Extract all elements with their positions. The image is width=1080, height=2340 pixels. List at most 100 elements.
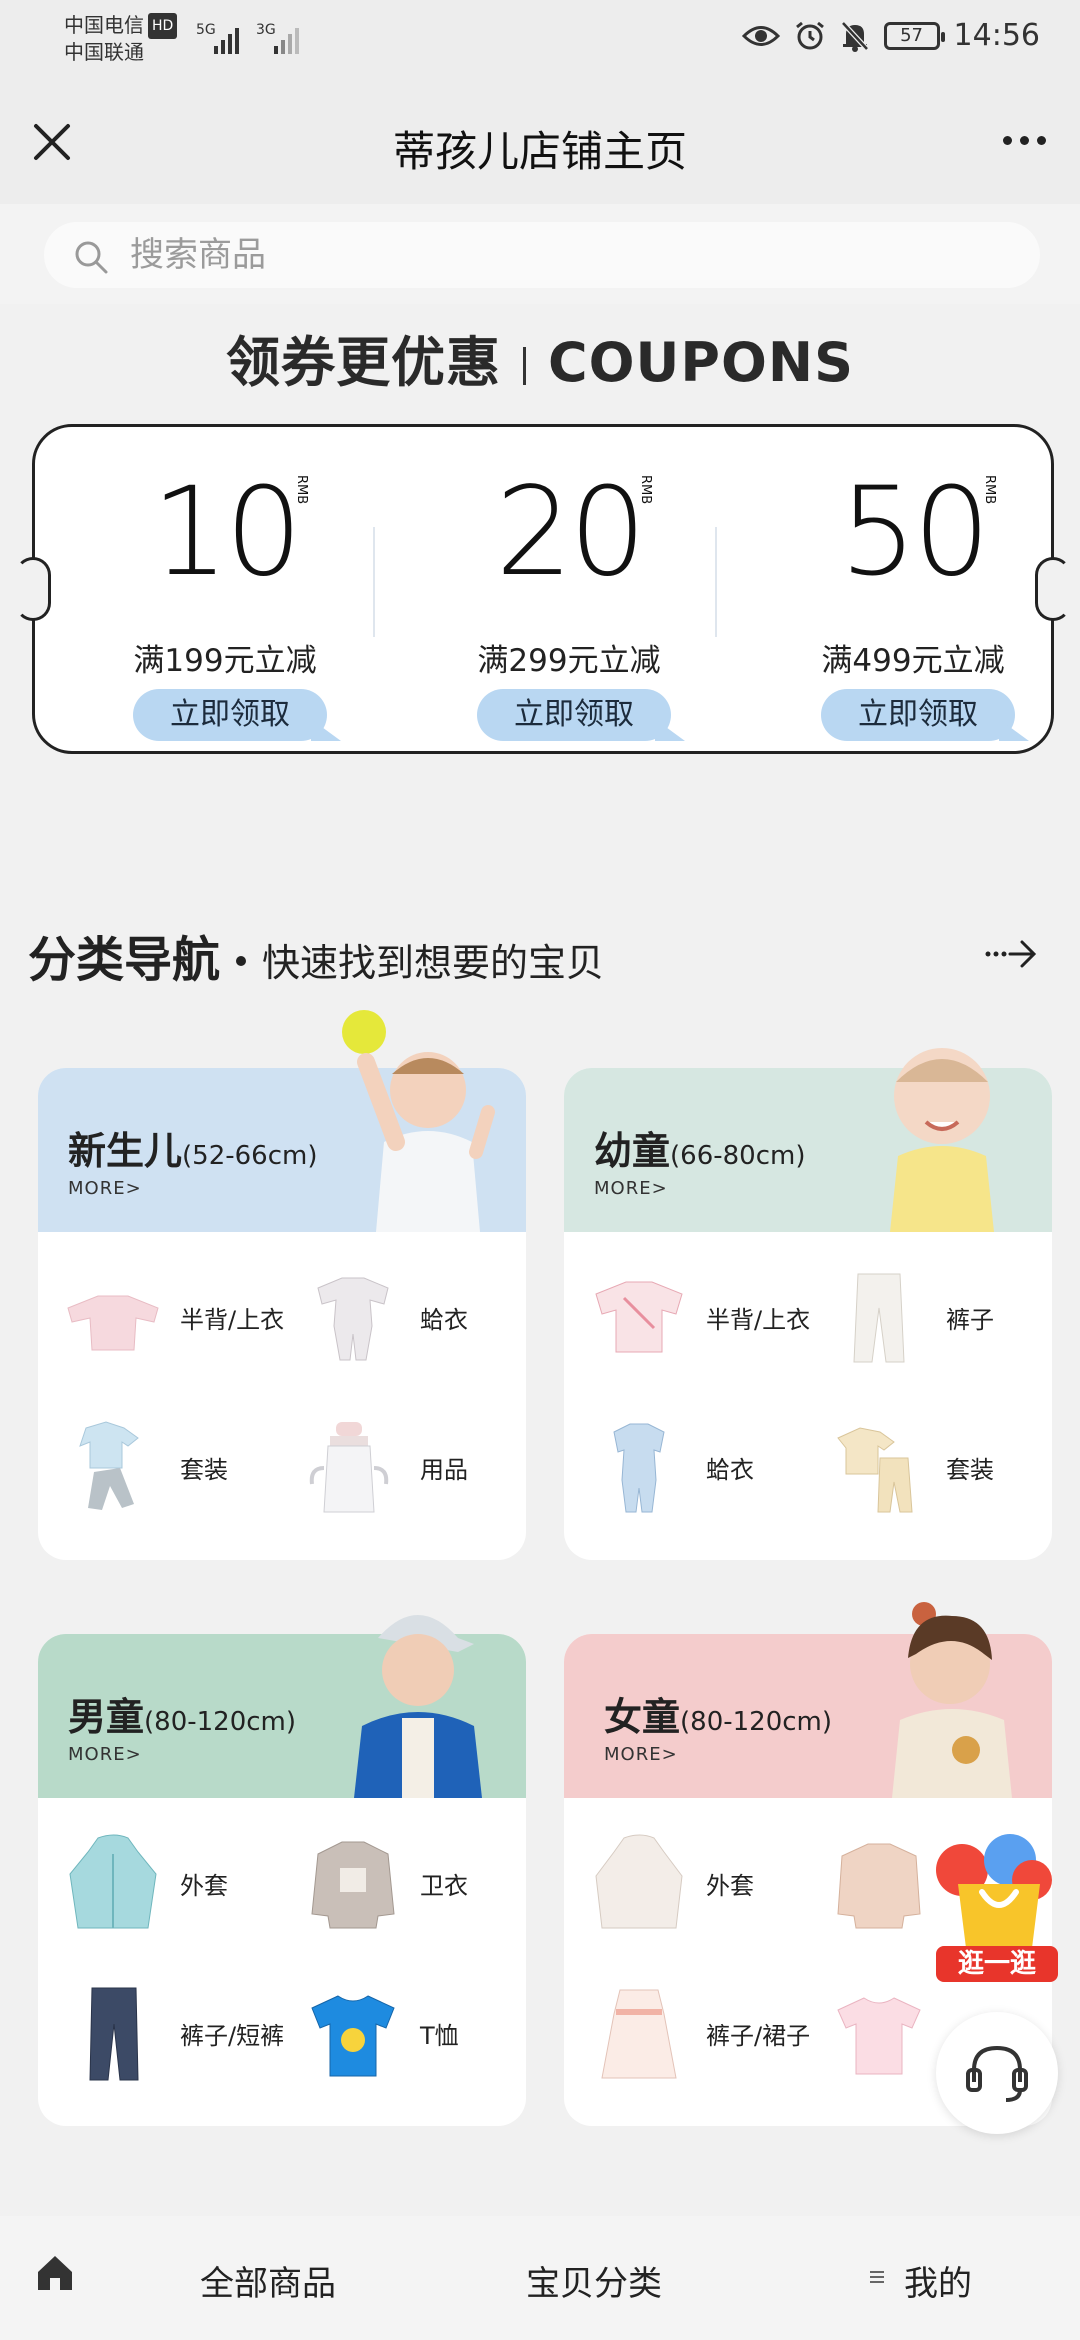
status-time: 14:56: [953, 18, 1040, 53]
more-link[interactable]: MORE>: [68, 1178, 142, 1199]
search-bar: [0, 204, 1080, 304]
category-item-label: 裤子/短裤: [180, 2022, 285, 2050]
search-icon: [75, 241, 108, 274]
coupon-amount: 20: [495, 461, 646, 603]
category-card-boys[interactable]: 男童(80-120cm) MORE> 外套 卫衣 裤子/短裤 T恤: [38, 1615, 526, 2126]
category-item-label: 套装: [180, 1456, 228, 1484]
signal-3g-label: 3G: [256, 22, 276, 38]
coupons-heading: 领券更优惠 COUPONS: [0, 318, 1080, 397]
bottle-image: [309, 1422, 389, 1513]
category-item-label: 套装: [946, 1456, 994, 1484]
tab-categories[interactable]: 宝贝分类: [526, 2256, 662, 2305]
boy-photo: [354, 1615, 482, 1798]
menu-icon: [870, 2271, 884, 2283]
pink-tshirt-image: [837, 1997, 921, 2075]
more-link[interactable]: MORE>: [68, 1744, 142, 1765]
category-item[interactable]: 外套: [38, 1824, 278, 1944]
hd-badge: HD: [148, 13, 178, 39]
category-name: 男童(80-120cm): [68, 1695, 297, 1739]
bottom-tab-bar: 全部商品 宝贝分类 我的: [0, 2216, 1080, 2340]
category-item[interactable]: 用品: [278, 1408, 518, 1528]
coupon-condition: 满199元立减: [133, 643, 317, 679]
pink-top-image: [595, 1281, 683, 1353]
page-title: 蒂孩儿店铺主页: [392, 127, 687, 176]
category-name: 新生儿(52-66cm): [68, 1129, 318, 1173]
eye-icon: [741, 25, 780, 46]
claim-coupon-button[interactable]: 立即领取: [477, 689, 671, 741]
category-item[interactable]: 外套: [564, 1824, 804, 1944]
toddler-photo: [890, 1048, 994, 1232]
coupons-heading-en: COUPONS: [548, 331, 854, 394]
set-image: [79, 1421, 139, 1510]
nav-bar: 蒂孩儿店铺主页: [0, 80, 1080, 204]
category-item[interactable]: 蛤衣: [278, 1258, 518, 1378]
coupon-unit: RMB: [638, 475, 653, 505]
tab-mine[interactable]: 我的: [904, 2256, 972, 2305]
girls-sweater-image: [837, 1843, 921, 1929]
category-card-infant[interactable]: 幼童(66-80cm) MORE> 半背/上衣 裤子 蛤衣 套装: [564, 1048, 1052, 1560]
romper-image: [317, 1277, 389, 1361]
category-item-label: T恤: [420, 2022, 459, 2050]
category-item[interactable]: 裤子/裙子: [564, 1974, 810, 2094]
category-item-label: 半背/上衣: [180, 1306, 285, 1334]
coupon-10[interactable]: 10 RMB 满199元立减 立即领取: [75, 461, 375, 741]
alarm-icon: [795, 21, 824, 49]
category-item[interactable]: 套装: [38, 1408, 278, 1528]
category-item[interactable]: 裤子/短裤: [38, 1974, 284, 2094]
claim-coupon-button[interactable]: 立即领取: [821, 689, 1015, 741]
category-item[interactable]: T恤: [278, 1974, 518, 2094]
pants-image: [853, 1273, 905, 1363]
home-icon[interactable]: [34, 2252, 76, 2294]
category-item-label: 蛤衣: [420, 1306, 468, 1334]
category-item-label: 卫衣: [420, 1872, 468, 1900]
category-card-newborn[interactable]: 新生儿(52-66cm) MORE> 半背/上衣 蛤衣 套装 用品: [38, 1010, 526, 1560]
signal-5g-label: 5G: [196, 22, 216, 38]
sweatshirt-image: [311, 1841, 395, 1929]
category-item-label: 用品: [420, 1456, 468, 1484]
customer-service-button[interactable]: [936, 2012, 1058, 2134]
coupon-ticket: 10 RMB 满199元立减 立即领取 20 RMB 满299元立减 立即领取 …: [15, 424, 1071, 754]
tshirt-image: [311, 1995, 395, 2077]
baby-photo: [342, 1010, 495, 1232]
more-link[interactable]: MORE>: [604, 1744, 678, 1765]
category-nav-title: 分类导航: [28, 932, 221, 988]
coupons-heading-cn: 领券更优惠: [226, 331, 502, 394]
coupon-condition: 满499元立减: [821, 643, 1005, 679]
category-item[interactable]: 蛤衣: [564, 1408, 804, 1528]
headset-icon: [966, 2045, 1028, 2102]
stroll-floating-button[interactable]: 逛一逛: [932, 1830, 1062, 1990]
search-box[interactable]: [44, 222, 1040, 288]
coupon-50[interactable]: 50 RMB 满499元立减 立即领取: [763, 461, 1063, 741]
girls-coat-image: [595, 1834, 683, 1929]
category-item-label: 外套: [706, 1872, 754, 1900]
more-options-icon[interactable]: [1003, 136, 1046, 145]
pink-top-image: [67, 1295, 159, 1351]
category-nav-heading: 分类导航 快速找到想要的宝贝: [28, 920, 1052, 990]
category-item[interactable]: 半背/上衣: [38, 1258, 284, 1378]
jacket-image: [69, 1834, 157, 1929]
battery-icon: 57: [883, 21, 945, 50]
coupon-amount: 10: [151, 461, 302, 603]
mute-bell-icon: [840, 20, 869, 52]
coupon-20[interactable]: 20 RMB 满299元立减 立即领取: [419, 461, 719, 741]
more-link[interactable]: MORE>: [594, 1178, 668, 1199]
coupon-amount: 50: [839, 461, 990, 603]
category-name: 女童(80-120cm): [604, 1695, 833, 1739]
category-item[interactable]: 卫衣: [278, 1824, 518, 1944]
dress-image: [601, 1989, 677, 2079]
claim-coupon-button[interactable]: 立即领取: [133, 689, 327, 741]
beige-set-image: [837, 1427, 913, 1513]
arrow-right-icon[interactable]: [982, 934, 1042, 974]
search-input[interactable]: [130, 230, 990, 280]
girl-photo: [892, 1602, 1012, 1798]
category-item[interactable]: 半背/上衣: [564, 1258, 810, 1378]
coupon-divider: [715, 527, 717, 637]
category-item-label: 外套: [180, 1872, 228, 1900]
coupon-unit: RMB: [294, 475, 309, 505]
tab-all-products[interactable]: 全部商品: [200, 2256, 336, 2305]
stroll-label: 逛一逛: [936, 1946, 1058, 1982]
category-item-label: 蛤衣: [706, 1456, 754, 1484]
category-item[interactable]: 裤子: [804, 1258, 1044, 1378]
category-item[interactable]: 套装: [804, 1408, 1044, 1528]
category-item-label: 半背/上衣: [706, 1306, 811, 1334]
